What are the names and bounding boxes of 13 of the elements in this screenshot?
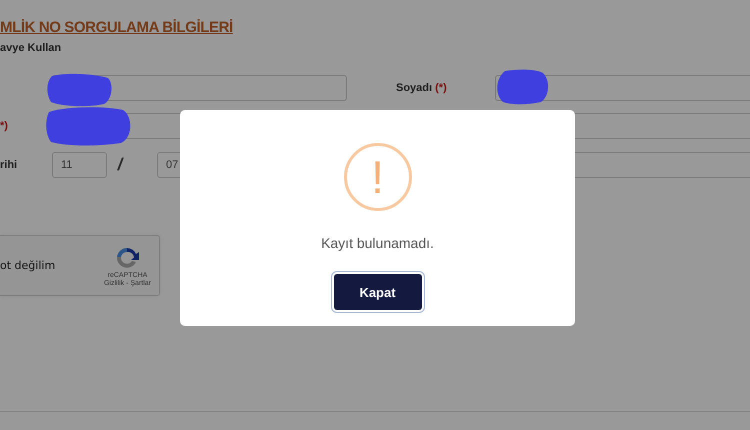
warning-icon: ! [344,143,412,211]
page-title: MLİK NO SORGULAMA BİLGİLERİ [0,20,233,36]
redaction-overlay [495,69,549,105]
close-button[interactable]: Kapat [334,274,422,310]
date-label: rihi [0,159,18,171]
option-label: avye Kullan [0,42,62,55]
date-separator: / [118,155,122,175]
dialog-message: Kayıt bulunamadı. [321,234,434,252]
redaction-overlay [46,72,114,108]
required-mark: *) [0,120,8,132]
surname-label: Soyadı (*) [396,82,447,94]
captcha-label: ot değilim [0,259,56,272]
day-field[interactable]: 11 [52,152,107,178]
